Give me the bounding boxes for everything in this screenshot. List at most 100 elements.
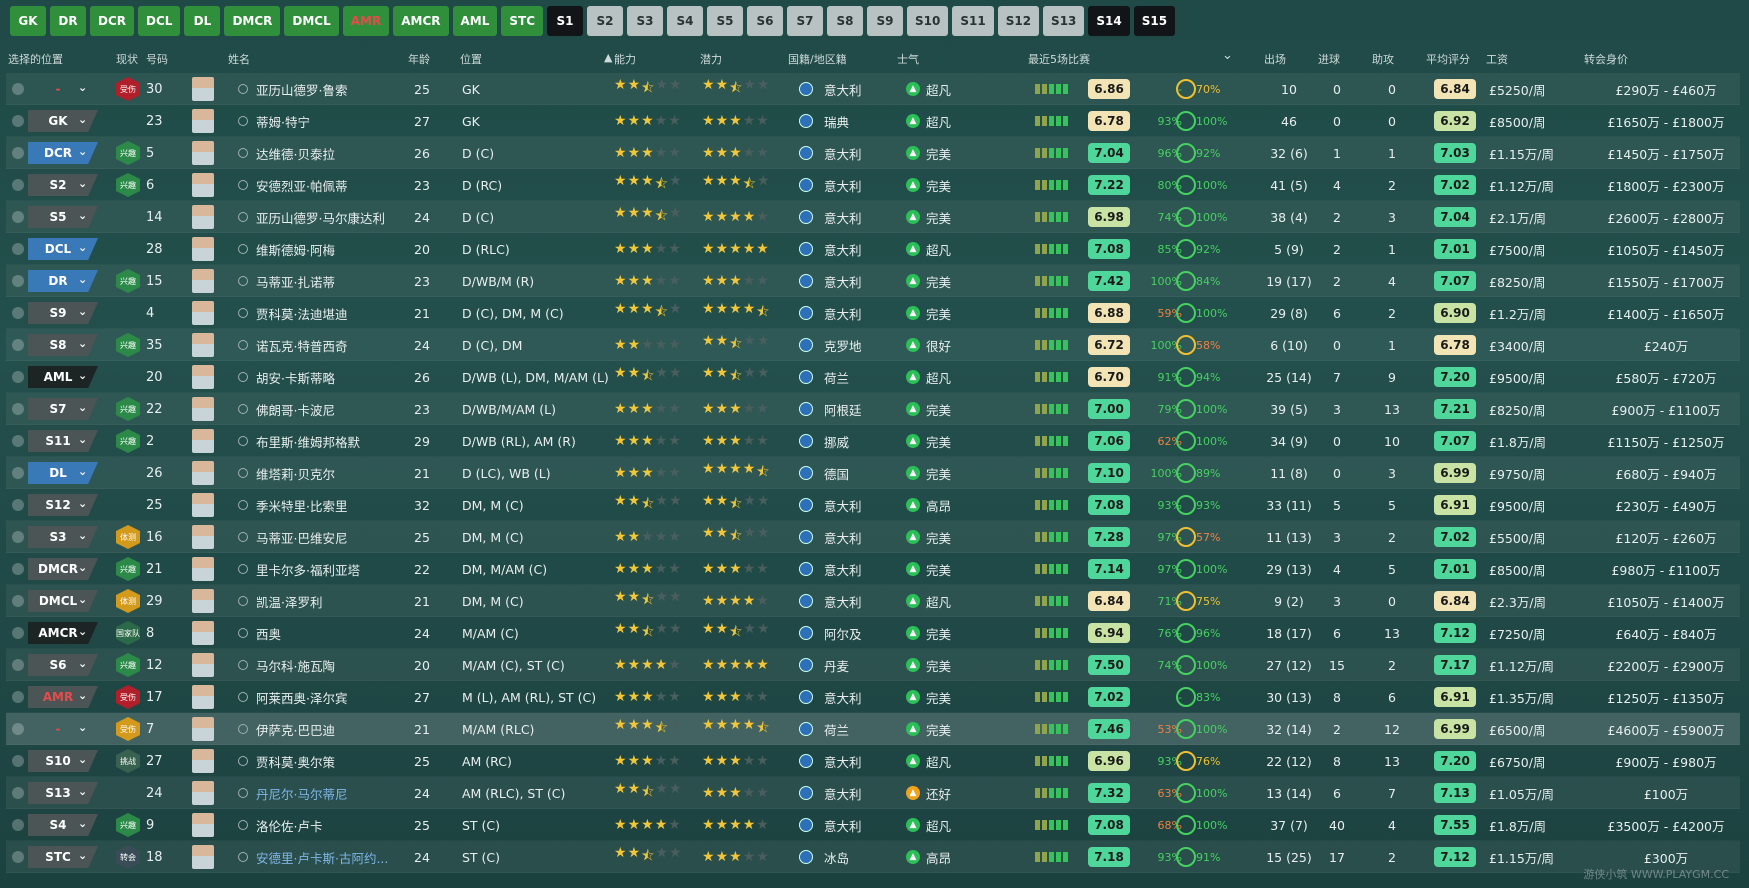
chevron-down-icon[interactable]: ⌄: [78, 177, 87, 190]
tab-dl[interactable]: DL: [184, 6, 221, 36]
selected-position-dropdown[interactable]: DL ⌄: [28, 462, 98, 484]
player-name[interactable]: 里卡尔多·福利亚塔: [256, 553, 406, 585]
table-row[interactable]: S6 ⌄ 兴趣 12 马尔科·施瓦陶 20 M/AM (C), ST (C) ★ ★ ★ ★ ★ ★ ★ ★…: [6, 649, 1740, 681]
row-select-checkbox[interactable]: [12, 723, 24, 735]
selected-position-dropdown[interactable]: DR ⌄: [28, 270, 98, 292]
chevron-down-icon[interactable]: ⌄: [78, 657, 87, 670]
table-row[interactable]: GK ⌄ 23 蒂姆·特宁 27 GK ★ ★ ★ ★ ★ ★ ★ ★ ★ ★ 瑞典 ▲ 超凡 6.78 93% 100%…: [6, 105, 1740, 137]
player-name[interactable]: 凯温·泽罗利: [256, 585, 406, 617]
row-select-checkbox[interactable]: [12, 755, 24, 767]
selected-position-dropdown[interactable]: S9 ⌄: [28, 302, 98, 324]
row-select-checkbox[interactable]: [12, 691, 24, 703]
row-select-checkbox[interactable]: [12, 819, 24, 831]
table-row[interactable]: S12 ⌄ 25 季米特里·比索里 32 DM, M (C) ★ ★ ⯪ ★ ★ ★ ★ ⯪ ★ ★ 意大利 ▲ 高…: [6, 489, 1740, 521]
chevron-down-icon[interactable]: ⌄: [78, 593, 87, 606]
chevron-down-icon[interactable]: ⌄: [1222, 48, 1233, 63]
selected-position-dropdown[interactable]: AMR ⌄: [28, 686, 98, 708]
player-name[interactable]: 阿莱西奥·泽尔宾: [256, 681, 406, 713]
col-assists[interactable]: 助攻: [1372, 51, 1394, 67]
chevron-down-icon[interactable]: ⌄: [78, 817, 87, 830]
selected-position-dropdown[interactable]: S5 ⌄: [28, 206, 98, 228]
tab-stc[interactable]: STC: [501, 6, 544, 36]
tab-s2[interactable]: S2: [587, 6, 624, 36]
table-row[interactable]: DL ⌄ 26 维塔莉·贝克尔 21 D (LC), WB (L) ★ ★ ★ ★ ★ ★ ★ ★ ★ ⯪ 德国…: [6, 457, 1740, 489]
chevron-down-icon[interactable]: ⌄: [78, 81, 87, 94]
selected-position-dropdown[interactable]: S8 ⌄: [28, 334, 98, 356]
tab-s6[interactable]: S6: [747, 6, 784, 36]
tab-s4[interactable]: S4: [667, 6, 704, 36]
selected-position-dropdown[interactable]: S13 ⌄: [28, 782, 98, 804]
table-row[interactable]: STC ⌄ 转会 18 安德里·卢卡斯·古阿约... 24 ST (C) ★ ★ ⯪ ★ ★ ★ ★ ★ ★ ★…: [6, 841, 1740, 873]
chevron-down-icon[interactable]: ⌄: [78, 209, 87, 222]
table-row[interactable]: S9 ⌄ 4 贾科莫·法迪堪迪 21 D (C), DM, M (C) ★ ★ ★ ⯪ ★ ★ ★ ★ ★ ⯪…: [6, 297, 1740, 329]
selected-position-dropdown[interactable]: AML ⌄: [28, 366, 98, 388]
table-row[interactable]: - ⌄ 受伤 7 伊萨克·巴巴迪 21 M/AM (RLC) ★ ★ ★ ⯪ ★ ★ ★ ★ ★ ⯪ 荷兰 ▲ 完美 7…: [6, 713, 1740, 745]
selected-position-dropdown[interactable]: - ⌄: [28, 718, 98, 740]
player-name[interactable]: 安德烈亚·帕佩蒂: [256, 169, 406, 201]
tab-dmcr[interactable]: DMCR: [224, 6, 281, 36]
tab-dcr[interactable]: DCR: [90, 6, 135, 36]
tab-s3[interactable]: S3: [627, 6, 664, 36]
row-select-checkbox[interactable]: [12, 307, 24, 319]
player-name[interactable]: 达维德·贝泰拉: [256, 137, 406, 169]
tab-s10[interactable]: S10: [907, 6, 949, 36]
player-name[interactable]: 马蒂亚·巴维安尼: [256, 521, 406, 553]
table-row[interactable]: S8 ⌄ 兴趣 35 诺瓦克·特普西奇 24 D (C), DM ★ ★ ★ ★ ★ ★ ★ ⯪ ★ ★ 克罗地 ▲…: [6, 329, 1740, 361]
row-select-checkbox[interactable]: [12, 179, 24, 191]
selected-position-dropdown[interactable]: DMCR ⌄: [28, 558, 98, 580]
col-form[interactable]: 最近5场比赛: [1028, 51, 1090, 67]
player-name[interactable]: 胡安·卡斯蒂略: [256, 361, 406, 393]
col-status[interactable]: 现状: [116, 51, 138, 67]
col-apps[interactable]: 出场: [1264, 51, 1286, 67]
table-row[interactable]: AMR ⌄ 受伤 17 阿莱西奥·泽尔宾 27 M (L), AM (RL), ST (C)…: [6, 681, 1740, 713]
col-avg-rating[interactable]: 平均评分: [1426, 51, 1470, 67]
selected-position-dropdown[interactable]: AMCR ⌄: [28, 622, 98, 644]
row-select-checkbox[interactable]: [12, 499, 24, 511]
tab-aml[interactable]: AML: [452, 6, 498, 36]
player-name[interactable]: 蒂姆·特宁: [256, 105, 406, 137]
chevron-down-icon[interactable]: ⌄: [78, 849, 87, 862]
player-name[interactable]: 洛伦佐·卢卡: [256, 809, 406, 841]
table-row[interactable]: S3 ⌄ 体测 16 马蒂亚·巴维安尼 25 DM, M (C) ★ ★ ★ ★ ★ ★ ★ ⯪ ★ ★ 意大利 ▲…: [6, 521, 1740, 553]
row-select-checkbox[interactable]: [12, 339, 24, 351]
player-name[interactable]: 诺瓦克·特普西奇: [256, 329, 406, 361]
col-nation[interactable]: 国籍/地区籍: [788, 51, 847, 67]
chevron-down-icon[interactable]: ⌄: [78, 721, 87, 734]
player-name[interactable]: 维塔莉·贝克尔: [256, 457, 406, 489]
table-row[interactable]: S11 ⌄ 兴趣 2 布里斯·维姆邦格默 29 D/WB (RL), AM (R) ★ ★ ★ ★ ★…: [6, 425, 1740, 457]
player-name[interactable]: 马尔科·施瓦陶: [256, 649, 406, 681]
table-row[interactable]: S5 ⌄ 14 亚历山德罗·马尔康达利 24 D (C) ★ ★ ★ ⯪ ★ ★ ★ ★ ★ ★ 意大利 ▲ 完美 6…: [6, 201, 1740, 233]
chevron-down-icon[interactable]: ⌄: [78, 305, 87, 318]
table-row[interactable]: - ⌄ 受伤 30 亚历山德罗·鲁索 25 GK ★ ★ ⯪ ★ ★ ★ ★ ⯪ ★ ★ 意大利 ▲ 超凡 6.86-7…: [6, 73, 1740, 105]
player-name[interactable]: 亚历山德罗·马尔康达利: [256, 201, 406, 233]
tab-dcl[interactable]: DCL: [138, 6, 181, 36]
col-number[interactable]: 号码: [146, 51, 168, 67]
tab-s5[interactable]: S5: [707, 6, 744, 36]
selected-position-dropdown[interactable]: S7 ⌄: [28, 398, 98, 420]
player-name[interactable]: 佛朗哥·卡波尼: [256, 393, 406, 425]
player-name[interactable]: 贾科莫·奥尔策: [256, 745, 406, 777]
row-select-checkbox[interactable]: [12, 83, 24, 95]
col-selected-position[interactable]: 选择的位置: [8, 51, 63, 67]
row-select-checkbox[interactable]: [12, 563, 24, 575]
row-select-checkbox[interactable]: [12, 275, 24, 287]
chevron-down-icon[interactable]: ⌄: [78, 625, 87, 638]
selected-position-dropdown[interactable]: S10 ⌄: [28, 750, 98, 772]
tab-amr[interactable]: AMR: [342, 6, 390, 36]
selected-position-dropdown[interactable]: S3 ⌄: [28, 526, 98, 548]
chevron-down-icon[interactable]: ⌄: [78, 273, 87, 286]
chevron-down-icon[interactable]: ⌄: [78, 401, 87, 414]
table-row[interactable]: S13 ⌄ 24 丹尼尔·马尔蒂尼 24 AM (RLC), ST (C) ★ ★ ⯪ ★ ★ ★ ★ ★…: [6, 777, 1740, 809]
table-row[interactable]: DCL ⌄ 28 维斯德姆·阿梅 20 D (RLC) ★ ★ ★ ★ ★ ★ ★ ★ ★ ★ 意大利 ▲ 超凡 7.…: [6, 233, 1740, 265]
player-name[interactable]: 伊萨克·巴巴迪: [256, 713, 406, 745]
selected-position-dropdown[interactable]: STC ⌄: [28, 846, 98, 868]
selected-position-dropdown[interactable]: S2 ⌄: [28, 174, 98, 196]
row-select-checkbox[interactable]: [12, 531, 24, 543]
col-name[interactable]: 姓名: [228, 51, 250, 67]
selected-position-dropdown[interactable]: DCL ⌄: [28, 238, 98, 260]
table-row[interactable]: DMCR ⌄ 兴趣 21 里卡尔多·福利亚塔 22 DM, M/AM (C) ★ ★ ★ ★ ★ ★ ★ ★…: [6, 553, 1740, 585]
player-name[interactable]: 安德里·卢卡斯·古阿约...: [256, 841, 406, 873]
row-select-checkbox[interactable]: [12, 211, 24, 223]
table-row[interactable]: AML ⌄ 20 胡安·卡斯蒂略 26 D/WB (L), DM, M/AM (L) ★ ★ ⯪…: [6, 361, 1740, 393]
chevron-down-icon[interactable]: ⌄: [78, 113, 87, 126]
